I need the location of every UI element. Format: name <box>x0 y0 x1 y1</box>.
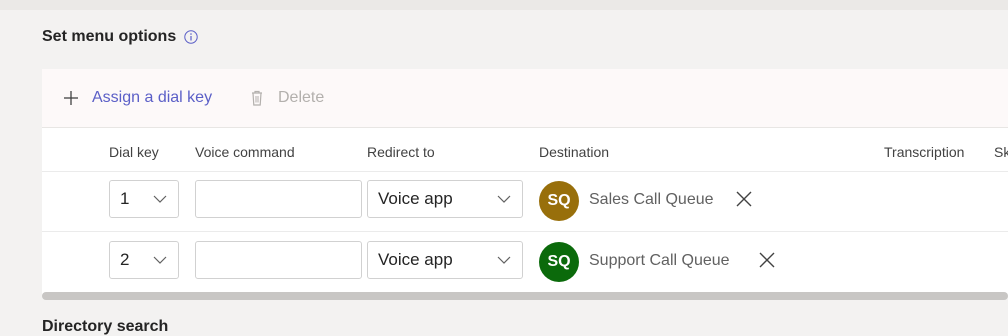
horizontal-scrollbar[interactable] <box>42 292 1008 300</box>
chevron-down-icon <box>152 193 168 205</box>
column-header-partial: Sk <box>994 144 1008 160</box>
voice-command-input[interactable] <box>195 241 362 279</box>
previous-section-card <box>0 0 1008 10</box>
destination-name: Support Call Queue <box>589 252 730 269</box>
close-icon[interactable] <box>735 190 753 208</box>
plus-icon <box>62 89 80 107</box>
redirect-to-dropdown[interactable]: Voice app <box>367 180 523 218</box>
chevron-down-icon <box>496 193 512 205</box>
dial-key-dropdown[interactable]: 2 <box>109 241 179 279</box>
menu-options-card: Assign a dial key Delete Dial key Voice … <box>42 69 1008 296</box>
assign-dial-key-button[interactable]: Assign a dial key <box>62 89 212 107</box>
delete-label: Delete <box>278 89 325 106</box>
close-icon[interactable] <box>758 251 776 269</box>
redirect-to-dropdown[interactable]: Voice app <box>367 241 523 279</box>
column-header-redirect-to: Redirect to <box>367 144 435 160</box>
section-title: Set menu options <box>42 28 177 45</box>
column-header-voice-command: Voice command <box>195 144 295 160</box>
section-header: Set menu options <box>42 28 198 46</box>
info-icon[interactable] <box>184 30 198 44</box>
dial-key-dropdown[interactable]: 1 <box>109 180 179 218</box>
redirect-to-value: Voice app <box>378 250 453 269</box>
dial-key-value: 2 <box>120 250 130 269</box>
column-header-dial-key: Dial key <box>109 144 159 160</box>
destination-name: Sales Call Queue <box>589 191 714 208</box>
chevron-down-icon <box>496 254 512 266</box>
delete-button[interactable]: Delete <box>248 89 324 107</box>
chevron-down-icon <box>152 254 168 266</box>
table-header: Dial key Voice command Redirect to Desti… <box>42 128 1008 172</box>
column-header-transcription: Transcription <box>884 144 965 160</box>
assign-dial-key-label: Assign a dial key <box>92 89 213 106</box>
next-section-title: Directory search <box>42 318 169 335</box>
toolbar: Assign a dial key Delete <box>42 69 1008 128</box>
table-row: 1 Voice app SQ Sales Call Queue <box>42 171 1008 232</box>
avatar: SQ <box>539 181 579 221</box>
table-row: 2 Voice app SQ Support Call Queue <box>42 232 1008 292</box>
redirect-to-value: Voice app <box>378 189 453 208</box>
column-header-destination: Destination <box>539 144 610 160</box>
voice-command-input[interactable] <box>195 180 362 218</box>
trash-icon <box>248 89 266 107</box>
dial-key-value: 1 <box>120 189 130 208</box>
avatar: SQ <box>539 242 579 282</box>
